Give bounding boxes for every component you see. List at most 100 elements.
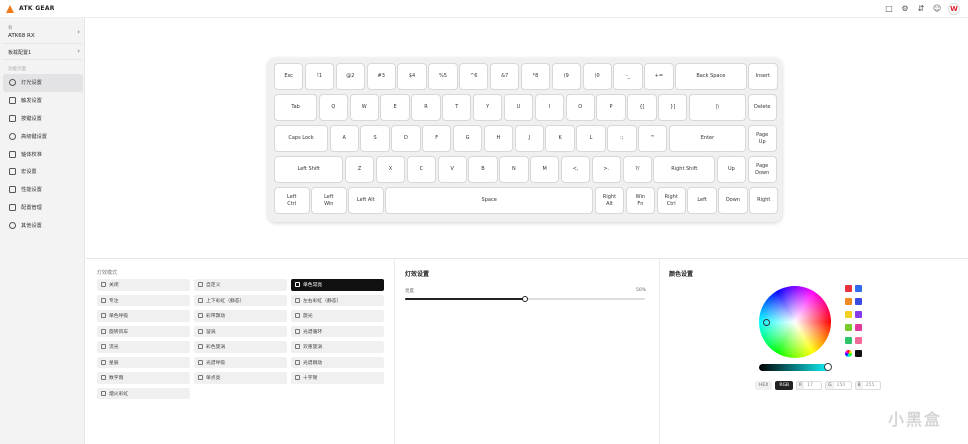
key[interactable]: +=: [644, 63, 674, 90]
key[interactable]: {[: [627, 94, 657, 121]
key[interactable]: Y: [472, 94, 503, 121]
key[interactable]: %5: [428, 63, 458, 90]
sidebar-item-5[interactable]: 宏设置: [3, 163, 83, 181]
swatch-purple[interactable]: [855, 311, 862, 318]
light-mode-option[interactable]: 双重旋涡: [291, 341, 384, 353]
key[interactable]: V: [437, 156, 467, 183]
sidebar-item-3[interactable]: 高级键设置: [3, 127, 83, 145]
light-mode-option[interactable]: 烟火彩虹: [97, 387, 190, 399]
light-mode-option[interactable]: 光谱呼吸: [194, 356, 287, 368]
key[interactable]: Enter: [668, 125, 747, 152]
key[interactable]: Insert: [748, 63, 778, 90]
g-input[interactable]: 250: [834, 383, 851, 388]
swatch-green[interactable]: [845, 324, 852, 331]
key[interactable]: Page Up: [747, 125, 777, 152]
light-mode-option[interactable]: 专注: [97, 294, 190, 306]
light-mode-option[interactable]: 彩带飘动: [194, 310, 287, 322]
device-selector[interactable]: 有 ATK68 RX ›: [4, 22, 82, 44]
r-field[interactable]: R 17: [796, 381, 823, 390]
key[interactable]: Page Down: [747, 156, 777, 183]
key[interactable]: Down: [718, 187, 748, 214]
key[interactable]: &7: [489, 63, 520, 90]
key[interactable]: B: [468, 156, 498, 183]
key[interactable]: F: [422, 125, 452, 152]
swatch-blue[interactable]: [855, 285, 862, 292]
key[interactable]: <,: [560, 156, 591, 183]
key[interactable]: Up: [716, 156, 747, 183]
key[interactable]: $4: [397, 63, 427, 90]
swatch-yellow[interactable]: [845, 311, 852, 318]
key[interactable]: Caps Lock: [274, 125, 329, 152]
light-mode-option[interactable]: 旋光: [291, 310, 384, 322]
key[interactable]: "': [638, 125, 668, 152]
light-mode-option[interactable]: 数字雨: [97, 372, 190, 384]
shirt-icon[interactable]: □: [884, 4, 894, 14]
light-mode-option[interactable]: 左右彩虹（静态）: [291, 294, 384, 306]
sidebar-item-4[interactable]: 轴体校准: [3, 145, 83, 163]
key[interactable]: Space: [385, 187, 594, 214]
b-input[interactable]: 255: [863, 383, 880, 388]
light-mode-option[interactable]: 旋转风车: [97, 325, 190, 337]
light-mode-option[interactable]: 彩色旋涡: [194, 341, 287, 353]
sidebar-item-8[interactable]: 其他设置: [3, 216, 83, 234]
light-mode-option[interactable]: 十字架: [291, 372, 384, 384]
translate-icon[interactable]: ⇵: [916, 4, 926, 14]
key[interactable]: |\: [688, 94, 747, 121]
hex-format-button[interactable]: HEX: [755, 381, 773, 390]
hue-slider-thumb[interactable]: [824, 363, 833, 371]
key[interactable]: (9: [551, 63, 581, 90]
key[interactable]: K: [545, 125, 575, 152]
g-field[interactable]: G 250: [825, 381, 852, 390]
key[interactable]: #3: [366, 63, 396, 90]
config-selector[interactable]: 板载配置1 ›: [4, 44, 82, 60]
light-mode-option[interactable]: 上下彩虹（静态）: [194, 294, 287, 306]
swatch-rose[interactable]: [855, 337, 862, 344]
light-mode-option[interactable]: 单点亮: [194, 372, 287, 384]
key[interactable]: @2: [335, 63, 366, 90]
key[interactable]: Delete: [747, 94, 777, 121]
key[interactable]: P: [596, 94, 626, 121]
light-mode-option[interactable]: 关闭: [97, 279, 190, 291]
swatch-black[interactable]: [855, 350, 862, 357]
key[interactable]: }]: [658, 94, 688, 121]
key[interactable]: H: [483, 125, 514, 152]
key[interactable]: Tab: [274, 94, 318, 121]
key[interactable]: ^6: [459, 63, 489, 90]
key[interactable]: !1: [304, 63, 335, 90]
b-field[interactable]: B 255: [854, 381, 881, 390]
key[interactable]: Left Alt: [348, 187, 384, 214]
key[interactable]: Left: [687, 187, 717, 214]
key[interactable]: I: [534, 94, 565, 121]
sidebar-item-1[interactable]: 触发设置: [3, 92, 83, 110]
swatch-indigo[interactable]: [855, 298, 862, 305]
light-mode-option[interactable]: 星辰: [97, 356, 190, 368]
key[interactable]: E: [380, 94, 410, 121]
light-mode-option[interactable]: 漩涡: [194, 325, 287, 337]
light-mode-option[interactable]: 光谱循环: [291, 325, 384, 337]
brightness-slider[interactable]: [405, 296, 645, 302]
key[interactable]: R: [411, 94, 441, 121]
key[interactable]: Left Win: [311, 187, 347, 214]
key[interactable]: G: [452, 125, 483, 152]
key[interactable]: )0: [582, 63, 612, 90]
key[interactable]: U: [503, 94, 534, 121]
sidebar-item-7[interactable]: 配置管理: [3, 199, 83, 217]
sidebar-item-2[interactable]: 按键设置: [3, 110, 83, 128]
key[interactable]: Esc: [274, 63, 304, 90]
swatch-orange[interactable]: [845, 298, 852, 305]
key[interactable]: Z: [344, 156, 375, 183]
swatch-mint[interactable]: [845, 337, 852, 344]
key[interactable]: Back Space: [675, 63, 747, 90]
key[interactable]: M: [530, 156, 560, 183]
key[interactable]: A: [329, 125, 359, 152]
key[interactable]: S: [360, 125, 390, 152]
key[interactable]: X: [375, 156, 406, 183]
key[interactable]: L: [576, 125, 606, 152]
key[interactable]: N: [499, 156, 529, 183]
key[interactable]: :;: [607, 125, 637, 152]
r-input[interactable]: 17: [804, 383, 821, 388]
color-wheel[interactable]: [759, 286, 831, 358]
key[interactable]: J: [514, 125, 544, 152]
key[interactable]: O: [565, 94, 595, 121]
gear-icon[interactable]: ⚙: [900, 4, 910, 14]
